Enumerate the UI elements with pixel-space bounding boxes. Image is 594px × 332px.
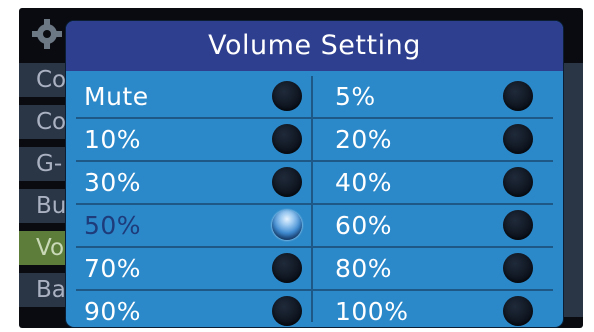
- volume-options-grid: Mute 5% 10% 20% 30% 40% 50% 60% 70% 80% …: [76, 76, 553, 327]
- option-row: 90% 100%: [76, 291, 553, 327]
- option-70[interactable]: 70%: [76, 248, 311, 289]
- option-label: Mute: [84, 82, 149, 111]
- option-5[interactable]: 5%: [327, 76, 553, 117]
- menu-item-label: Co: [36, 67, 67, 93]
- device-screen: Co Co G- Bu Vo Ba Volume Setting Mute 5%…: [19, 8, 583, 328]
- option-label: 100%: [335, 297, 409, 326]
- radio-button-icon[interactable]: [272, 253, 302, 283]
- menu-item-label: Bu: [36, 193, 67, 219]
- option-row: 50% 60%: [76, 205, 553, 248]
- radio-button-icon[interactable]: [272, 124, 302, 154]
- option-60[interactable]: 60%: [327, 205, 553, 246]
- option-10[interactable]: 10%: [76, 119, 311, 160]
- option-row: 10% 20%: [76, 119, 553, 162]
- menu-item-label: Co: [36, 109, 67, 135]
- radio-button-icon[interactable]: [503, 81, 533, 111]
- radio-button-icon[interactable]: [503, 253, 533, 283]
- option-100[interactable]: 100%: [327, 291, 553, 327]
- radio-button-icon[interactable]: [503, 124, 533, 154]
- option-30[interactable]: 30%: [76, 162, 311, 203]
- option-row: Mute 5%: [76, 76, 553, 119]
- radio-button-icon[interactable]: [503, 167, 533, 197]
- volume-setting-dialog: Volume Setting Mute 5% 10% 20% 30% 40% 5…: [66, 21, 563, 327]
- option-mute[interactable]: Mute: [76, 76, 311, 117]
- option-80[interactable]: 80%: [327, 248, 553, 289]
- option-label-selected: 50%: [84, 211, 142, 240]
- option-90[interactable]: 90%: [76, 291, 311, 327]
- option-label: 40%: [335, 168, 393, 197]
- option-label: 80%: [335, 254, 393, 283]
- dialog-title: Volume Setting: [66, 21, 563, 71]
- radio-button-selected-icon[interactable]: [272, 210, 302, 240]
- option-label: 20%: [335, 125, 393, 154]
- option-20[interactable]: 20%: [327, 119, 553, 160]
- option-label: 30%: [84, 168, 142, 197]
- radio-button-icon[interactable]: [272, 167, 302, 197]
- radio-button-icon[interactable]: [272, 296, 302, 326]
- option-50[interactable]: 50%: [76, 205, 311, 246]
- option-label: 90%: [84, 297, 142, 326]
- option-label: 5%: [335, 82, 376, 111]
- radio-button-icon[interactable]: [272, 81, 302, 111]
- menu-item-label: Vo: [36, 235, 65, 261]
- option-label: 60%: [335, 211, 393, 240]
- option-label: 70%: [84, 254, 142, 283]
- settings-gear-icon: [30, 18, 64, 50]
- option-label: 10%: [84, 125, 142, 154]
- option-row: 70% 80%: [76, 248, 553, 291]
- radio-button-icon[interactable]: [503, 296, 533, 326]
- radio-button-icon[interactable]: [503, 210, 533, 240]
- option-row: 30% 40%: [76, 162, 553, 205]
- menu-item-label: Ba: [36, 277, 66, 303]
- option-40[interactable]: 40%: [327, 162, 553, 203]
- menu-item-label: G-: [36, 151, 63, 177]
